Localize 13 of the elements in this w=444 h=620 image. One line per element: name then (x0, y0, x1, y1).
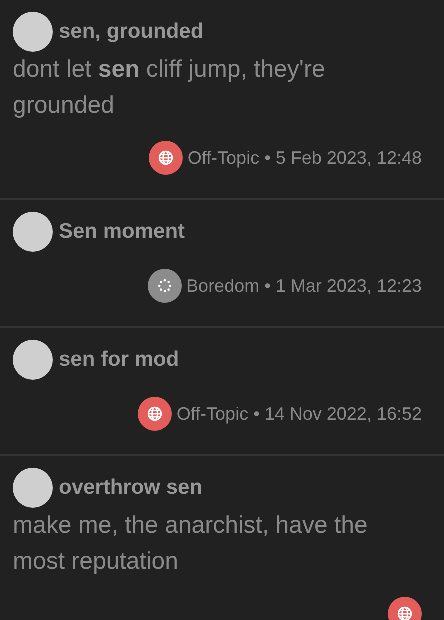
avatar[interactable] (13, 468, 53, 508)
post-title[interactable]: Sen moment (59, 220, 186, 244)
post-category-and-date[interactable]: Off-Topic • 5 Feb 2023, 12:48 (188, 148, 422, 168)
post-body: make me, the anarchist, have the most reputation (13, 511, 369, 577)
avatar[interactable] (13, 212, 53, 252)
post-title[interactable]: sen for mod (59, 348, 180, 372)
post-category-and-date[interactable]: Off-Topic • 14 Nov 2022, 16:52 (176, 404, 422, 424)
post-title[interactable]: overthrow sen (59, 476, 203, 500)
avatar[interactable] (13, 340, 53, 380)
post-title[interactable]: sen, grounded (59, 20, 204, 44)
post-category-and-date[interactable]: Boredom • 1 Mar 2023, 12:23 (186, 276, 422, 296)
avatar[interactable] (13, 12, 53, 52)
post-body: dont let sen cliff jump, they're grounded (13, 55, 326, 121)
